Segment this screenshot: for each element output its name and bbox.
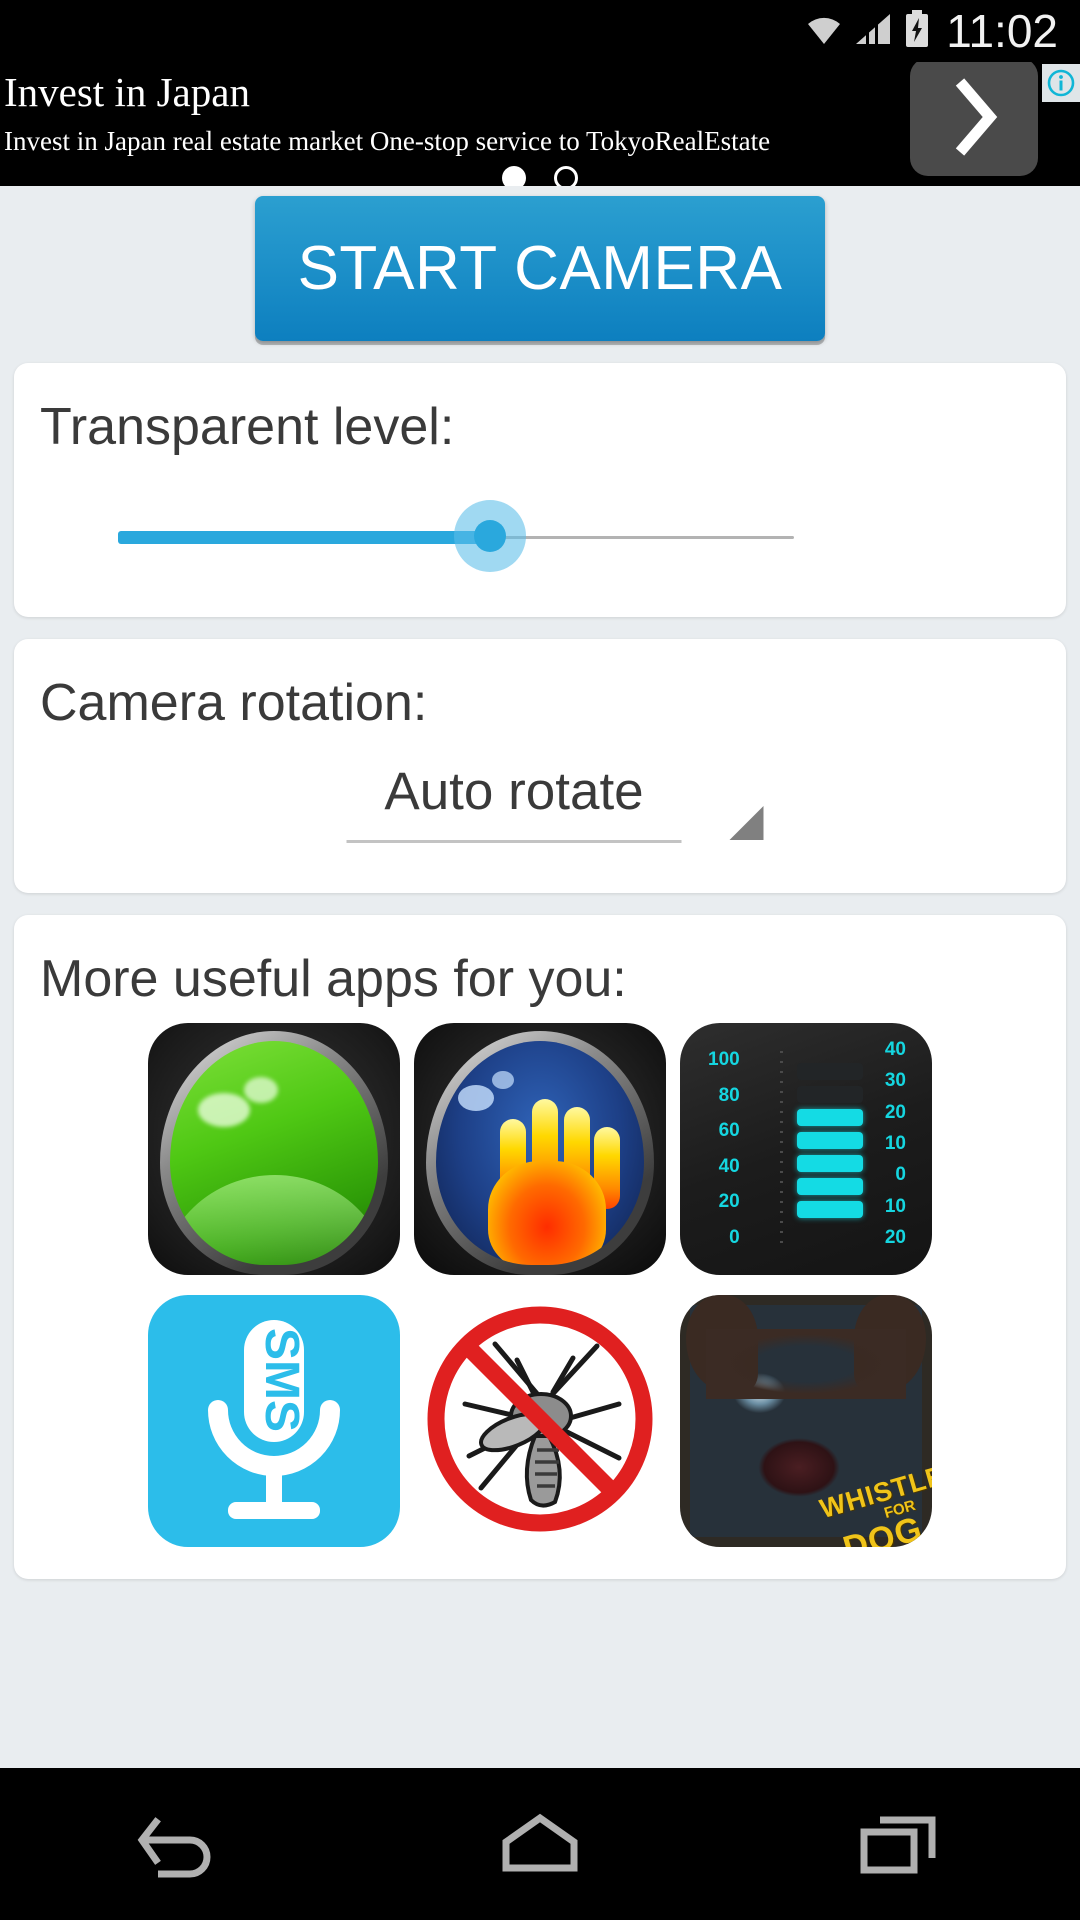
meter-scale-right: 40 30 20 10 0 10 20 bbox=[885, 1039, 906, 1249]
signal-icon bbox=[854, 12, 894, 51]
ad-dot-active[interactable] bbox=[502, 166, 526, 186]
transparent-level-slider[interactable] bbox=[14, 457, 1066, 617]
meter-bars bbox=[797, 1063, 863, 1218]
app-thermometer[interactable]: 100 80 60 40 20 0 40 30 20 10 0 10 20 bbox=[680, 1023, 932, 1275]
ad-next-button[interactable] bbox=[910, 62, 1038, 176]
camera-rotation-spinner[interactable]: Auto rotate bbox=[346, 761, 764, 843]
app-night-vision[interactable] bbox=[148, 1023, 400, 1275]
dropdown-caret-icon[interactable] bbox=[729, 806, 764, 840]
meter-tick: 20 bbox=[884, 1101, 906, 1123]
battery-charging-icon bbox=[904, 9, 930, 53]
back-icon bbox=[137, 1817, 211, 1878]
info-icon bbox=[1047, 69, 1075, 97]
nav-home-button[interactable] bbox=[450, 1768, 630, 1920]
chevron-right-icon bbox=[955, 78, 998, 156]
no-mosquito-icon bbox=[421, 1300, 659, 1543]
slider-thumb[interactable] bbox=[474, 520, 506, 552]
meter-tick: 40 bbox=[884, 1039, 906, 1060]
wifi-icon bbox=[804, 12, 844, 51]
start-camera-button[interactable]: START CAMERA bbox=[255, 196, 825, 341]
phone-screen: 11:02 Invest in Japan Invest in Japan re… bbox=[0, 0, 1080, 1920]
transparent-level-card: Transparent level: bbox=[14, 363, 1066, 617]
meter-tick: 10 bbox=[884, 1132, 906, 1154]
slider-track-fill bbox=[118, 531, 490, 544]
meter-tick: 30 bbox=[884, 1070, 906, 1092]
main-content: START CAMERA Transparent level: Camera r… bbox=[0, 186, 1080, 1768]
app-thermal-camera[interactable] bbox=[414, 1023, 666, 1275]
camera-rotation-label: Camera rotation: bbox=[40, 674, 428, 732]
sms-label: SMS bbox=[255, 1327, 308, 1431]
recents-icon bbox=[860, 1816, 936, 1874]
transparent-level-label: Transparent level: bbox=[40, 398, 455, 456]
meter-tick: 0 bbox=[895, 1164, 906, 1186]
status-bar-clock: 11:02 bbox=[946, 5, 1058, 57]
camera-rotation-card: Camera rotation: Auto rotate bbox=[14, 639, 1066, 893]
more-apps-grid: 100 80 60 40 20 0 40 30 20 10 0 10 20 SM… bbox=[14, 1009, 1066, 1547]
home-icon bbox=[502, 1813, 578, 1872]
app-whistle-for-dog[interactable]: WHISTLE FOR DOG bbox=[680, 1295, 932, 1547]
meter-tick-marks bbox=[780, 1051, 783, 1251]
app-anti-mosquito[interactable] bbox=[414, 1295, 666, 1547]
app-sms-voice[interactable]: SMS bbox=[148, 1295, 400, 1547]
spinner-underline bbox=[346, 840, 682, 843]
meter-tick: 100 bbox=[708, 1049, 740, 1070]
more-apps-label: More useful apps for you: bbox=[40, 950, 627, 1008]
meter-tick: 20 bbox=[884, 1226, 906, 1248]
more-apps-card: More useful apps for you: 100 80 60 40 2… bbox=[14, 915, 1066, 1579]
ad-dot-inactive[interactable] bbox=[554, 166, 578, 186]
ad-info-button[interactable] bbox=[1042, 64, 1080, 102]
ad-subtitle: Invest in Japan real estate market One-s… bbox=[4, 126, 771, 156]
ad-title: Invest in Japan bbox=[4, 69, 250, 115]
meter-scale-left: 100 80 60 40 20 0 bbox=[708, 1049, 740, 1249]
nav-recents-button[interactable] bbox=[810, 1768, 990, 1920]
android-nav-bar bbox=[0, 1768, 1080, 1920]
status-bar: 11:02 bbox=[0, 0, 1080, 62]
meter-tick: 10 bbox=[884, 1195, 906, 1217]
meter-tick: 80 bbox=[718, 1084, 740, 1106]
meter-tick: 20 bbox=[718, 1191, 740, 1213]
microphone-icon: SMS bbox=[182, 1316, 366, 1527]
ad-banner[interactable]: Invest in Japan Invest in Japan real est… bbox=[0, 62, 1080, 186]
start-camera-row: START CAMERA bbox=[0, 186, 1080, 341]
camera-rotation-spinner-wrap: Auto rotate bbox=[14, 733, 1066, 893]
meter-tick: 0 bbox=[729, 1226, 740, 1248]
camera-rotation-value: Auto rotate bbox=[384, 762, 644, 821]
meter-tick: 40 bbox=[718, 1155, 740, 1177]
meter-tick: 60 bbox=[718, 1120, 740, 1142]
nav-back-button[interactable] bbox=[90, 1768, 270, 1920]
